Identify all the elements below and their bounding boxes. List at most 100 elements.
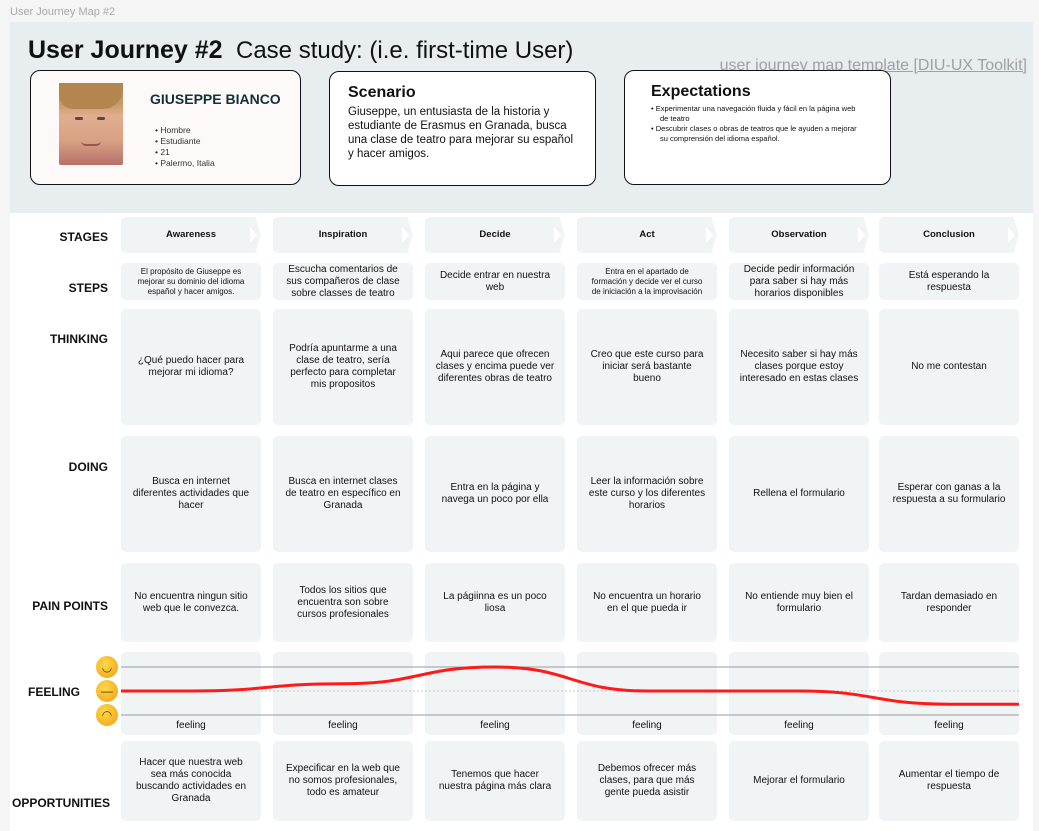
persona-name: GIUSEPPE BIANCO (150, 91, 281, 107)
opportunity-cell: Aumentar el tiempo de respuesta (879, 741, 1019, 821)
thinking-cell: Aqui parece que ofrecen clases y encima … (425, 309, 565, 425)
thinking-cell: Necesito saber si hay más clases porque … (729, 309, 869, 425)
sad-face-icon: ◠ (96, 704, 118, 726)
step-cell-text: Decide pedir información para saber si h… (743, 263, 855, 299)
stage-cell[interactable]: Act (577, 217, 717, 253)
row-label-steps: STEPS (68, 281, 108, 295)
step-cell: Decide pedir información para saber si h… (729, 263, 869, 300)
thinking-cell-text: ¿Qué puedo hacer para mejorar mi idioma? (137, 355, 245, 378)
feeling-cell-text: feeling (480, 720, 510, 731)
step-cell: Decide entrar en nuestra web (425, 263, 565, 300)
pain-point-cell-text: Todos los sitios que encuentra son sobre… (297, 584, 389, 620)
stage-cell[interactable]: Observation (729, 217, 869, 253)
thinking-cell-text: Aqui parece que ofrecen clases y encima … (435, 349, 555, 384)
step-cell: El propósito de Giuseppe es mejorar su d… (121, 263, 261, 300)
pain-point-cell-text: No encuentra un horario en el que pueda … (593, 590, 701, 614)
opportunity-cell: Debemos ofrecer más clases, para que más… (577, 741, 717, 821)
persona-attributes: Hombre Estudiante 21 Palermo, Italia (155, 125, 215, 169)
feeling-cell: feeling (577, 652, 717, 735)
stage-cell-text: Inspiration (318, 229, 368, 240)
expectations-card: Expectations Experimentar una navegación… (624, 70, 891, 185)
frame-label: User Journey Map #2 (10, 6, 116, 18)
step-cell: Entra en el apartado de formación y deci… (577, 263, 717, 300)
pain-point-cell: No entiende muy bien el formulario (729, 563, 869, 642)
opportunity-cell-text: Tenemos que hacer nuestra página más cla… (438, 769, 552, 792)
doing-cell: Esperar con ganas a la respuesta a su fo… (879, 436, 1019, 552)
row-label-feeling: FEELING (27, 685, 80, 699)
doing-cell-text: Rellena el formulario (753, 488, 845, 499)
feeling-cell-text: feeling (176, 720, 206, 731)
doing-cell: Busca en internet clases de teatro en es… (273, 436, 413, 552)
stage-cell-text: Act (639, 229, 655, 240)
row-label-thinking: THINKING (50, 332, 108, 346)
doing-cell-text: Busca en internet clases de teatro en es… (285, 476, 401, 511)
thinking-cell-text: Necesito saber si hay más clases porque … (739, 349, 859, 384)
pain-point-cell: No encuentra un horario en el que pueda … (577, 563, 717, 642)
step-cell-text: Decide entrar en nuestra web (439, 269, 551, 293)
row-label-opportunities: OPPORTUNITIES (12, 796, 111, 810)
feeling-cell-text: feeling (934, 720, 964, 731)
pain-point-cell-text: No entiende muy bien el formulario (745, 590, 853, 614)
pain-point-cell-text: La págiinna es un poco liosa (443, 590, 547, 614)
scenario-card: Scenario Giuseppe, un entusiasta de la h… (329, 71, 596, 186)
opportunity-cell-text: Aumentar el tiempo de respuesta (898, 769, 1000, 792)
thinking-cell-text: No me contestan (911, 361, 987, 372)
persona-attribute: Hombre (155, 125, 215, 136)
stage-cell-text: Awareness (166, 229, 216, 240)
thinking-cell-text: Creo que este curso para iniciar será ba… (590, 349, 704, 384)
stage-cell[interactable]: Decide (425, 217, 565, 253)
thinking-cell: Creo que este curso para iniciar será ba… (577, 309, 717, 425)
opportunity-cell-text: Hacer que nuestra web sea más conocida b… (135, 757, 247, 804)
step-cell-text: Está esperando la respuesta (908, 269, 990, 293)
feeling-cell: feeling (729, 652, 869, 735)
persona-attribute: Palermo, Italia (155, 158, 214, 169)
step-cell: Está esperando la respuesta (879, 263, 1019, 300)
feeling-cell-text: feeling (328, 720, 358, 731)
expectation-item: Experimentar una navegación fluida y fác… (651, 104, 864, 124)
step-cell-text: Escucha comentarios de sus compañeros de… (286, 263, 400, 299)
opportunity-cell: Tenemos que hacer nuestra página más cla… (425, 741, 565, 821)
expectation-item: Descubrir clases o obras de teatros que … (651, 124, 864, 144)
stage-cell[interactable]: Awareness (121, 217, 261, 253)
thinking-cell: Podría apuntarme a una clase de teatro, … (273, 309, 413, 425)
feeling-cell-text: feeling (784, 720, 814, 731)
stage-cell-text: Conclusion (923, 229, 975, 240)
scenario-text: Giuseppe, un entusiasta de la historia y… (348, 106, 574, 160)
pain-point-cell: La págiinna es un poco liosa (425, 563, 565, 642)
stage-cell[interactable]: Conclusion (879, 217, 1019, 253)
feeling-cell: feeling (121, 652, 261, 735)
doing-cell-text: Entra en la página y navega un poco por … (441, 482, 549, 505)
feeling-cell: feeling (273, 652, 413, 735)
stage-cell-text: Decide (479, 229, 511, 240)
opportunity-cell: Expecificar en la web que no somos profe… (273, 741, 413, 821)
opportunity-cell: Hacer que nuestra web sea más conocida b… (121, 741, 261, 821)
happy-face-icon: ◡ (96, 656, 118, 678)
doing-cell-text: Busca en internet diferentes actividades… (132, 476, 250, 511)
doing-cell: Leer la información sobre este curso y l… (577, 436, 717, 552)
neutral-face-icon: — (96, 680, 118, 702)
page-subtitle: Case study: (i.e. first-time User) (236, 37, 574, 64)
thinking-cell: ¿Qué puedo hacer para mejorar mi idioma? (121, 309, 261, 425)
row-label-pain-points: PAIN POINTS (32, 599, 108, 613)
doing-cell: Entra en la página y navega un poco por … (425, 436, 565, 552)
expectations-title: Expectations (651, 83, 751, 100)
thinking-cell: No me contestan (879, 309, 1019, 425)
feeling-cell: feeling (879, 652, 1019, 735)
persona-attribute: Estudiante (155, 136, 215, 147)
step-cell-text: Entra en el apartado de formación y deci… (591, 266, 703, 296)
doing-cell: Busca en internet diferentes actividades… (121, 436, 261, 552)
opportunity-cell-text: Expecificar en la web que no somos profe… (286, 763, 400, 798)
persona-photo (59, 83, 123, 165)
opportunity-cell-text: Mejorar el formulario (753, 775, 845, 786)
persona-card: GIUSEPPE BIANCO Hombre Estudiante 21 Pal… (30, 70, 301, 185)
stage-cell[interactable]: Inspiration (273, 217, 413, 253)
feeling-cell-text: feeling (632, 720, 662, 731)
stage-cell-text: Observation (771, 229, 827, 240)
persona-attribute: 21 (155, 147, 215, 158)
pain-point-cell-text: No encuentra ningun sitio web que le con… (134, 590, 248, 614)
pain-point-cell: No encuentra ningun sitio web que le con… (121, 563, 261, 642)
pain-point-cell-text: Tardan demasiado en responder (900, 590, 998, 614)
row-label-stages: STAGES (59, 230, 108, 244)
doing-cell: Rellena el formulario (729, 436, 869, 552)
feeling-cell: feeling (425, 652, 565, 735)
